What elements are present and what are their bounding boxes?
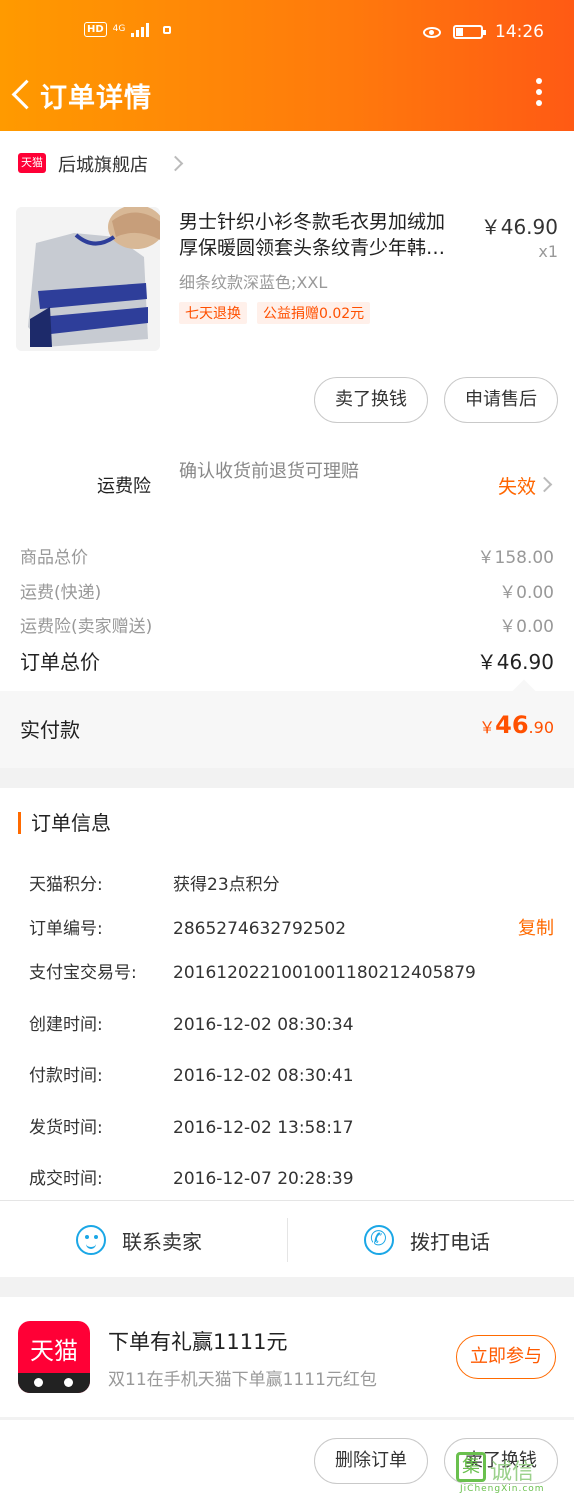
product-title-line2: 厚保暖圆领套头条纹青少年韩…	[179, 237, 446, 259]
info-row: 发货时间: 2016-12-02 13:58:17	[29, 1118, 354, 1138]
info-row: 天猫积分: 获得23点积分	[29, 875, 280, 895]
order-number: 2865274632792502	[173, 919, 347, 939]
order-total-label: 订单总价	[20, 650, 100, 674]
page-title: 订单详情	[40, 83, 152, 114]
tmall-logo: 天猫	[18, 1321, 90, 1393]
product-image[interactable]	[16, 207, 160, 351]
price-row: 运费(快递) ￥0.00	[20, 578, 554, 603]
price-row: 运费险(卖家赠送) ￥0.00	[20, 612, 554, 637]
contact-seller-label: 联系卖家	[122, 1229, 202, 1254]
shop-name[interactable]: 后城旗舰店	[58, 151, 148, 177]
chevron-right-icon	[536, 476, 553, 493]
product-title[interactable]: 男士针织小衫冬款毛衣男加绒加 厚保暖圆领套头条纹青少年韩…	[179, 209, 474, 261]
clock: 14:26	[495, 22, 544, 42]
info-row: 创建时间: 2016-12-02 08:30:34	[29, 1015, 354, 1035]
actual-payment-label: 实付款	[20, 718, 80, 742]
product-tags: 七天退换 公益捐赠0.02元	[179, 302, 371, 324]
call-phone-button[interactable]: 拨打电话	[364, 1218, 490, 1262]
price-row-label: 运费险(卖家赠送)	[20, 617, 153, 637]
order-total-row: 订单总价 ￥46.90	[20, 646, 554, 675]
price-row-value: ￥158.00	[477, 548, 554, 568]
info-row: 付款时间: 2016-12-02 08:30:41	[29, 1066, 354, 1086]
contact-seller-button[interactable]: 联系卖家	[76, 1218, 202, 1262]
chevron-right-icon	[167, 155, 184, 172]
info-row: 支付宝交易号: 2016120221001001180212405879	[29, 963, 476, 983]
price-row-value: ￥0.00	[499, 617, 554, 637]
product-title-line1: 男士针织小衫冬款毛衣男加绒加	[179, 211, 446, 233]
app-header: HD 4G 14:26 订单详情	[0, 0, 574, 131]
actual-payment-amount: ￥46.90	[479, 711, 554, 739]
nav-bar: 订单详情	[0, 72, 574, 116]
actual-payment: 实付款 ￥46.90	[0, 679, 574, 768]
shipping-insurance-status[interactable]: 失效	[498, 472, 536, 499]
after-sale-button[interactable]: 申请售后	[444, 377, 558, 423]
shipping-insurance-label: 运费险	[97, 476, 151, 497]
order-total-value: ￥46.90	[476, 650, 554, 674]
chat-icon	[76, 1225, 106, 1255]
promo-banner: 天猫 下单有礼赢1111元 双11在手机天猫下单赢1111元红包 立即参与	[0, 1297, 574, 1417]
call-phone-label: 拨打电话	[410, 1229, 490, 1254]
join-now-button[interactable]: 立即参与	[456, 1335, 556, 1379]
price-row: 商品总价 ￥158.00	[20, 543, 554, 568]
network-type: 4G	[112, 24, 126, 34]
copy-order-number-button[interactable]: 复制	[518, 914, 554, 940]
price-row-label: 运费(快递)	[20, 583, 102, 603]
shipping-insurance-desc: 确认收货前退货可理赔	[179, 461, 359, 482]
product-sku: 细条纹款深蓝色;XXL	[179, 273, 328, 292]
tag-charity: 公益捐赠0.02元	[257, 302, 371, 324]
tag-return: 七天退换	[179, 302, 247, 324]
status-bar: HD 4G 14:26	[0, 22, 574, 46]
more-options-icon[interactable]	[534, 78, 544, 110]
order-info-title: 订单信息	[18, 812, 111, 834]
notification-icon	[163, 25, 172, 34]
promo-subtitle: 双11在手机天猫下单赢1111元红包	[108, 1370, 377, 1390]
product-quantity: x1	[538, 242, 558, 261]
price-row-label: 商品总价	[20, 548, 88, 568]
phone-icon	[364, 1225, 394, 1255]
promo-title: 下单有礼赢1111元	[108, 1330, 288, 1354]
signal-icon	[131, 22, 150, 37]
delete-order-button[interactable]: 删除订单	[314, 1438, 428, 1484]
watermark-logo: 集 诚信 JiChengXin.com	[456, 1452, 568, 1496]
product-price: ￥46.90	[480, 215, 558, 239]
order-card: 天猫 后城旗舰店 男士针织小衫冬款毛衣男加绒加 厚保暖圆领套头条纹青少年韩… ￥…	[0, 131, 574, 768]
info-row: 订单编号: 2865274632792502	[29, 919, 347, 939]
divider	[287, 1218, 288, 1262]
tmall-badge: 天猫	[18, 153, 46, 173]
battery-icon	[453, 25, 486, 39]
back-arrow-icon[interactable]	[8, 74, 38, 114]
bottom-action-bar: 删除订单 卖了换钱 集 诚信 JiChengXin.com	[0, 1420, 574, 1500]
price-row-value: ￥0.00	[499, 583, 554, 603]
divider	[0, 1200, 574, 1201]
hd-badge: HD	[84, 22, 107, 37]
order-info-card: 订单信息 天猫积分: 获得23点积分 订单编号: 2865274632792502 …	[0, 788, 574, 1277]
sell-button[interactable]: 卖了换钱	[314, 377, 428, 423]
info-row: 成交时间: 2016-12-07 20:28:39	[29, 1169, 354, 1189]
eye-icon	[423, 26, 441, 38]
